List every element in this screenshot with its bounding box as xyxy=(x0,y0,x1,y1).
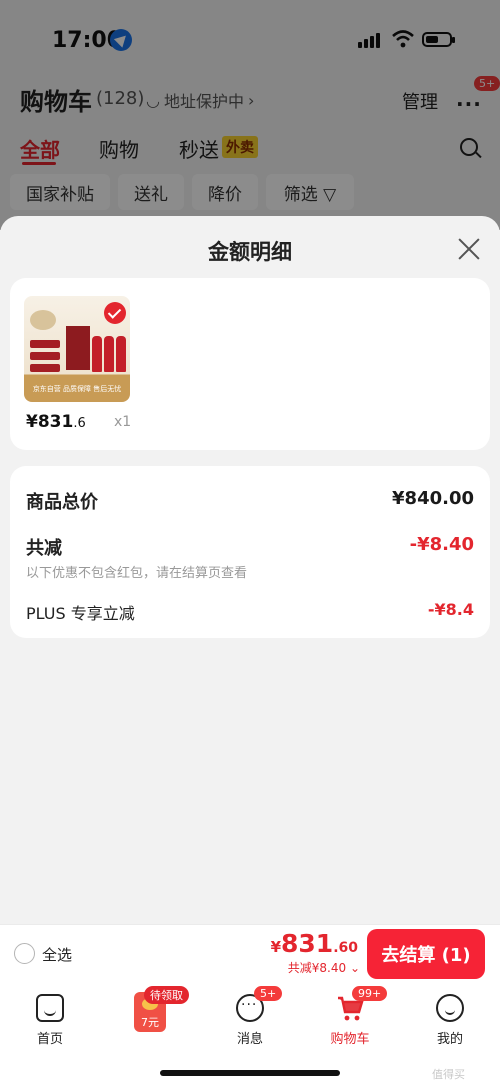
total-price-value: ¥840.00 xyxy=(392,488,474,509)
selected-check-icon xyxy=(104,302,126,324)
amount-detail-sheet: 金额明细 京东自营 品质保障 售后无忧 ¥831.6 x1 商品总价 ¥840.… xyxy=(0,216,500,924)
modal-overlay[interactable] xyxy=(0,0,500,230)
profile-icon xyxy=(436,994,464,1022)
product-image[interactable]: 京东自营 品质保障 售后无忧 xyxy=(24,296,130,402)
select-all-label[interactable]: 全选 xyxy=(42,944,72,965)
discount-note: 以下优惠不包含红包，请在结算页查看 xyxy=(26,566,248,581)
total-price: ¥831.60 xyxy=(270,929,358,958)
image-strip-text: 京东自营 品质保障 售后无忧 xyxy=(32,385,122,393)
tabbar-label: 我的 xyxy=(436,1032,463,1047)
cart-badge: 99+ xyxy=(352,986,388,1001)
total-discount-toggle[interactable]: 共减¥8.40 ⌄ xyxy=(288,959,360,976)
product-quantity: x1 xyxy=(114,414,132,430)
discount-label: 共减 xyxy=(26,538,62,559)
home-indicator xyxy=(160,1070,340,1076)
product-price: ¥831.6 xyxy=(26,412,86,432)
checkout-bar: 全选 ¥831.60 共减¥8.40 ⌄ 去结算 (1) xyxy=(0,924,500,982)
sheet-title: 金额明细 xyxy=(208,240,292,264)
product-card: 京东自营 品质保障 售后无忧 ¥831.6 x1 xyxy=(10,278,490,450)
quality-seal xyxy=(30,310,56,330)
gift-box xyxy=(66,326,90,370)
total-price-label: 商品总价 xyxy=(26,492,98,513)
message-badge: 5+ xyxy=(254,986,283,1001)
close-icon[interactable] xyxy=(456,236,482,262)
plus-discount-label: PLUS 专享立减 xyxy=(26,604,135,623)
tabbar-label: 首页 xyxy=(36,1032,63,1047)
tabbar-label: 购物车 xyxy=(330,1032,370,1047)
watermark: 值得买 xyxy=(432,1068,465,1081)
coupon-badge: 待领取 xyxy=(144,986,189,1004)
select-all-checkbox[interactable] xyxy=(14,943,35,964)
home-icon xyxy=(36,994,64,1022)
checkout-button[interactable]: 去结算 (1) xyxy=(367,929,485,979)
plus-discount-value: -¥8.4 xyxy=(427,600,474,619)
discount-value: -¥8.40 xyxy=(409,534,474,555)
price-summary-card: 商品总价 ¥840.00 共减 -¥8.40 以下优惠不包含红包，请在结算页查看… xyxy=(10,466,490,638)
chevron-down-icon: ⌄ xyxy=(349,961,360,975)
tabbar-label: 消息 xyxy=(236,1032,263,1047)
